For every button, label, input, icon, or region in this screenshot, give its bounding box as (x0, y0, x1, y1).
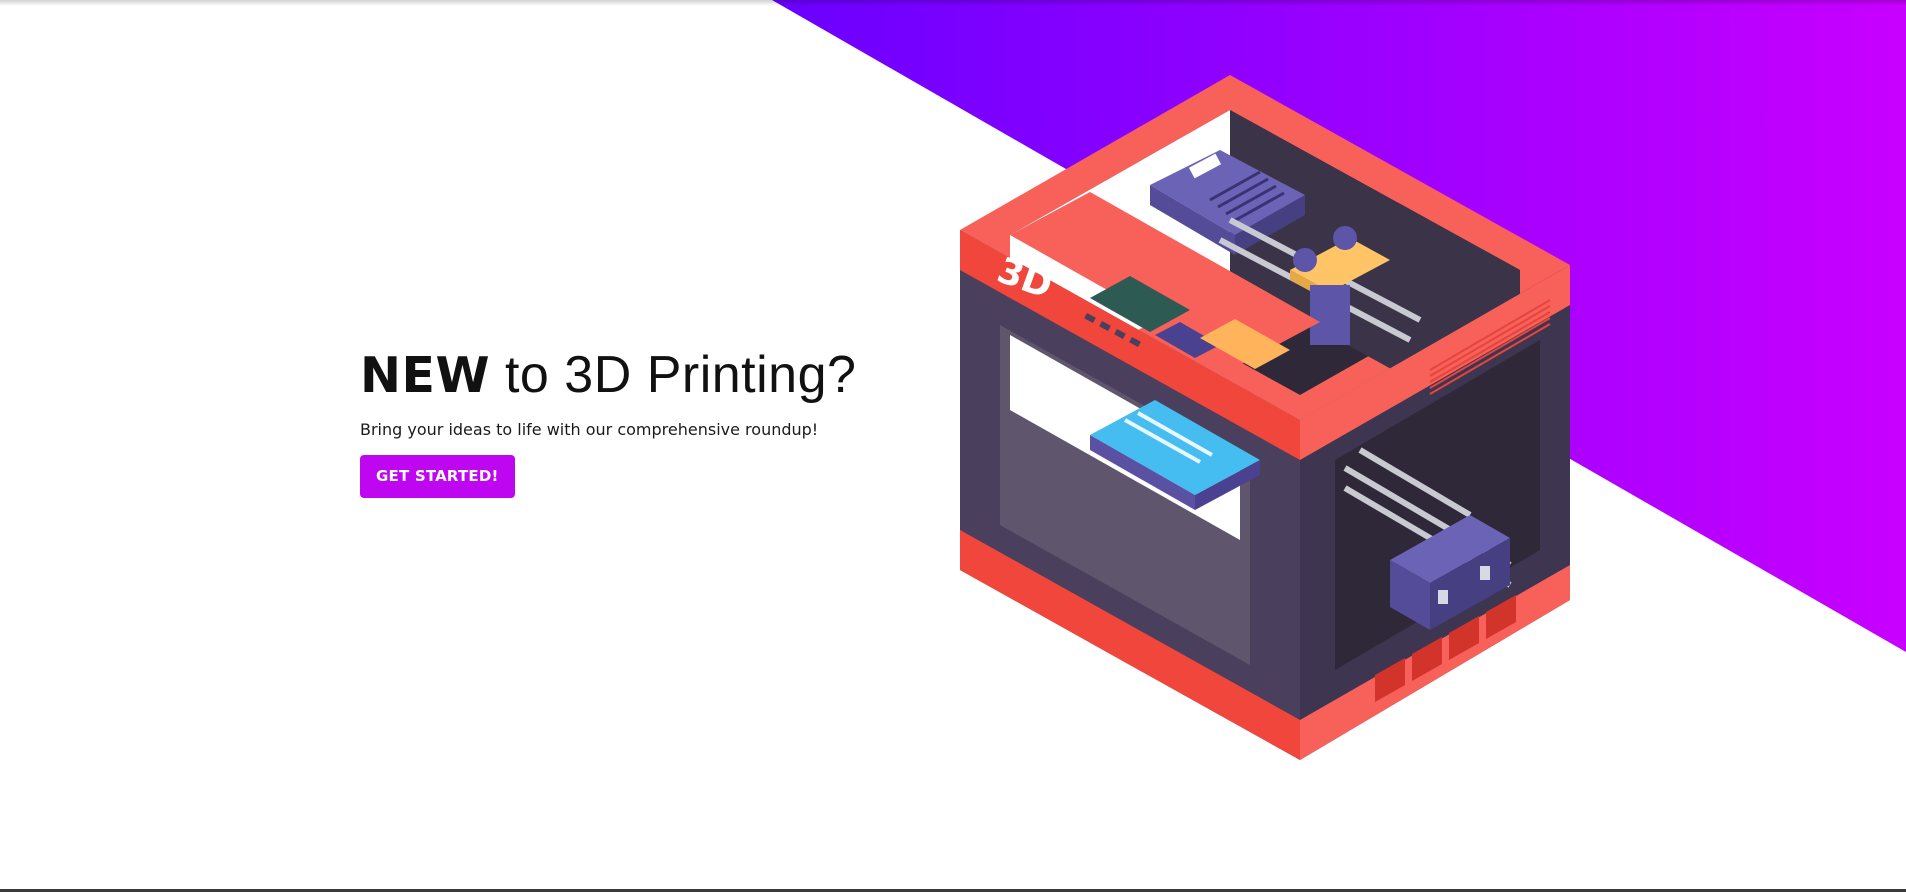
hero-title-strong: NEW (360, 347, 491, 404)
hero-copy: NEW to 3D Printing? Bring your ideas to … (360, 345, 856, 498)
hero-title: NEW to 3D Printing? (360, 345, 856, 406)
get-started-button[interactable]: GET STARTED! (360, 455, 515, 498)
hero-title-rest: to 3D Printing? (490, 346, 857, 404)
3d-printer-illustration: 3D (960, 75, 1570, 760)
hero-page: NEW to 3D Printing? Bring your ideas to … (0, 0, 1906, 892)
hero-subtitle: Bring your ideas to life with our compre… (360, 420, 819, 439)
header-shadow (0, 0, 1906, 6)
